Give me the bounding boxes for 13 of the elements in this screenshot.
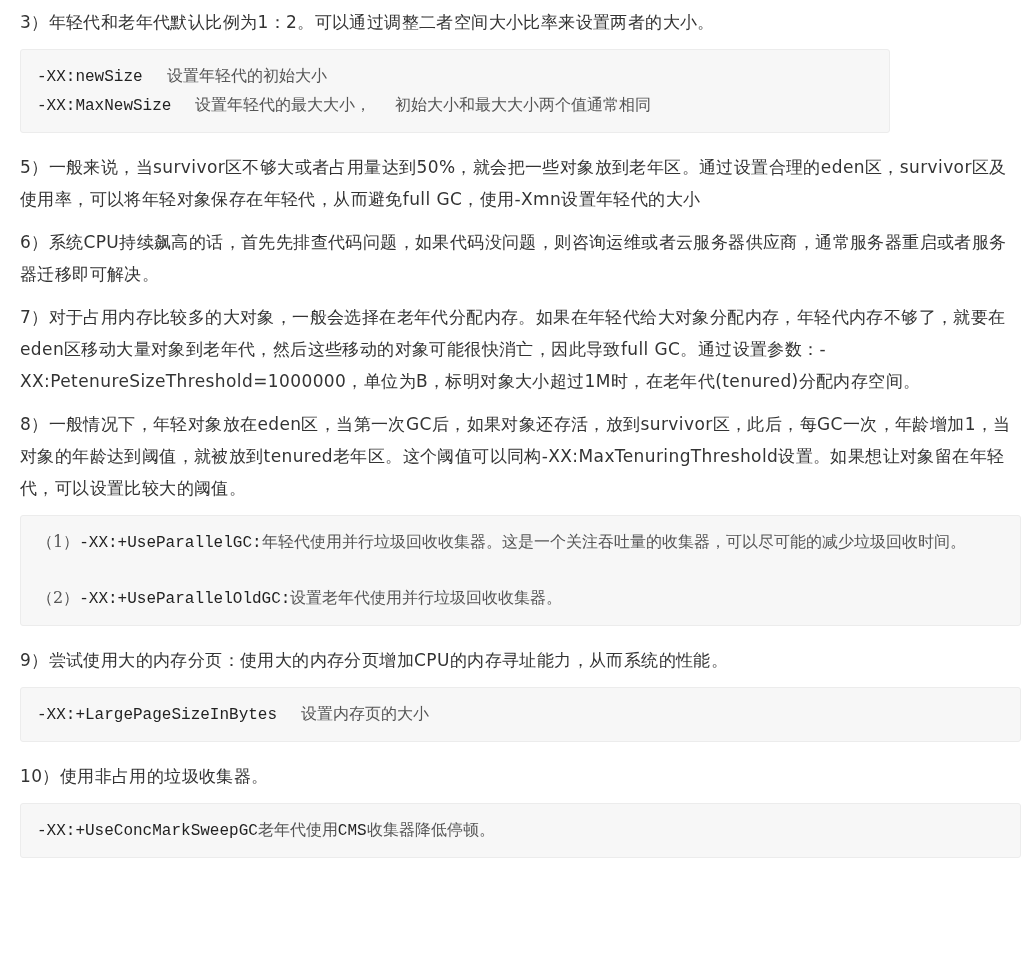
code-line: （1）-XX:+UseParallelGC:年轻代使用并行垃圾回收收集器。这是一个关注吞吐量的收集器，可以尽可能的减少垃圾回收时间。 [37, 531, 967, 554]
paragraph: 10）使用非占用的垃圾收集器。 [20, 765, 270, 788]
paragraph: 6）系统CPU持续飙高的话，首先先排查代码问题，如果代码没问题，则咨询运维或者云服务器供应商，通常服务器重启或者服务器迁移即可解决。 [20, 231, 1008, 286]
paragraph: 9）尝试使用大的内存分页：使用大的内存分页增加CPU的内存寻址能力，从而系统的性能。 [20, 649, 730, 672]
paragraph: 3）年轻代和老年代默认比例为1：2。可以通过调整二者空间大小比率来设置两者的大小。 [20, 11, 716, 34]
paragraph: 8）一般情况下，年轻对象放在eden区，当第一次GC后，如果对象还存活，放到survivor区，此后，每GC一次，年龄增加1，当对象的年龄达到阈值，就被放到tenured老年区。这个阈值可以同构-XX:MaxTenuringThreshold设置。如果想让对象留在年轻代，可以设置比较大的阈值。 [20, 413, 1012, 500]
code-line: （2）-XX:+UseParallelOldGC:设置老年代使用并行垃圾回收收集器。 [37, 587, 564, 610]
code-line: -XX:+LargePageSizeInBytes 设置内存页的大小 [37, 703, 431, 726]
code-line: -XX:MaxNewSize 设置年轻代的最大大小， 初始大小和最大大小两个值通常相同 [37, 94, 653, 117]
paragraph: 7）对于占用内存比较多的大对象，一般会选择在老年代分配内存。如果在年轻代给大对象分配内存，年轻代内存不够了，就要在eden区移动大量对象到老年代，然后这些移动的对象可能很快消亡，因此导致full GC。通过设置参数：-XX:PetenureSizeThreshold=1000000，单位为B，标明对象大小超过1M时，在老年代(tenured)分配内存空间。 [20, 306, 1007, 393]
paragraph: 5）一般来说，当survivor区不够大或者占用量达到50%，就会把一些对象放到老年区。通过设置合理的eden区，survivor区及使用率，可以将年轻对象保存在年轻代，从而避免full GC，使用-Xmn设置年轻代的大小 [20, 156, 1008, 211]
code-line: -XX:newSize 设置年轻代的初始大小 [37, 65, 328, 88]
code-line: -XX:+UseConcMarkSweepGC老年代使用CMS收集器降低停顿。 [37, 819, 496, 842]
